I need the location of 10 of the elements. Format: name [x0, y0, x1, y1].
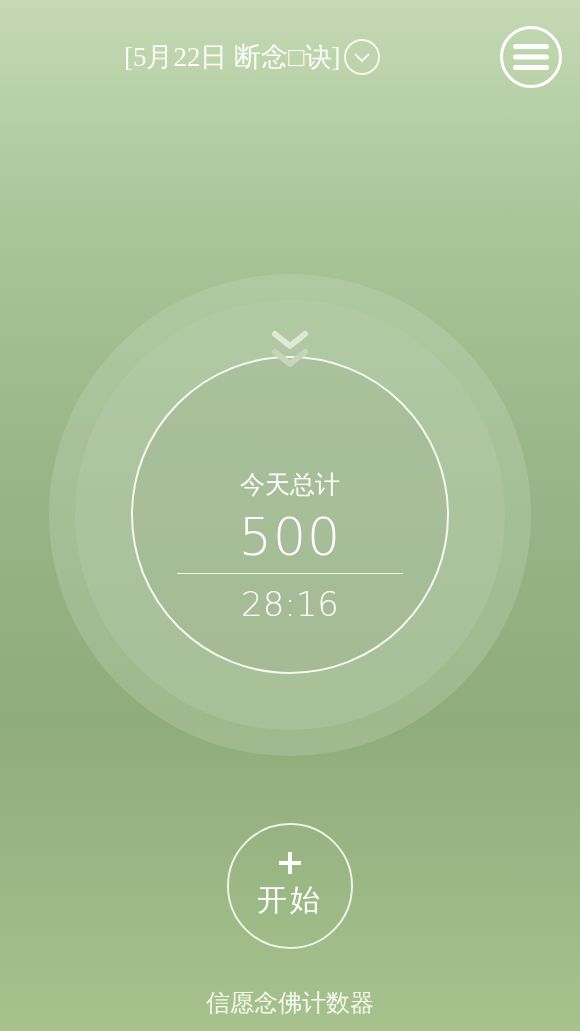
start-button[interactable]: 开始: [227, 823, 353, 949]
page-title: [5月22日 断念□诀]: [124, 41, 341, 74]
elapsed-time: 28:16: [241, 583, 339, 626]
counter-label: 今天总计: [240, 470, 340, 500]
dropdown-icon[interactable]: [342, 38, 381, 76]
menu-button[interactable]: [500, 26, 562, 88]
plus-icon: [279, 851, 301, 874]
menu-icon: [513, 43, 549, 71]
count-value: 500: [238, 506, 342, 568]
app-name: 信愿念佛计数器: [206, 988, 374, 1019]
